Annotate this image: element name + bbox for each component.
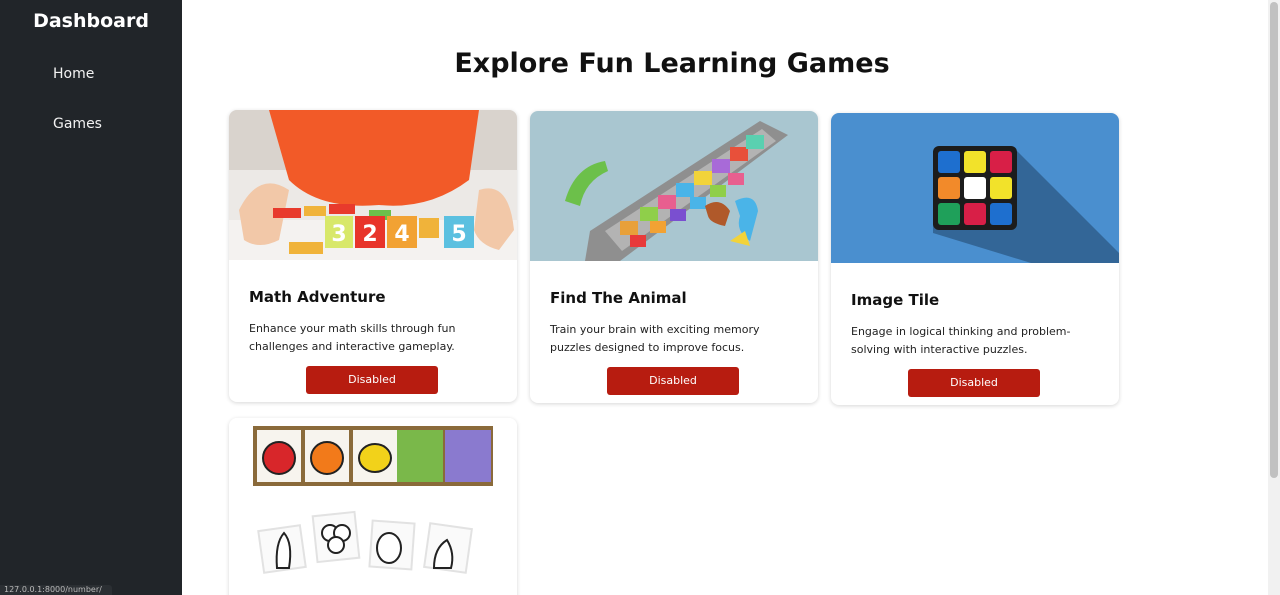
number-blocks: 3 2 4 5 — [325, 216, 474, 248]
block-4: 4 — [394, 222, 409, 247]
sidebar: Dashboard Home Games — [0, 0, 182, 595]
math-adventure-image: 3 2 4 5 — [229, 110, 517, 260]
game-card-math-adventure[interactable]: 3 2 4 5 Math Adventure Enhance your math… — [229, 110, 517, 402]
math-adventure-disabled-button[interactable]: Disabled — [306, 366, 438, 394]
scrollbar-thumb[interactable] — [1270, 2, 1278, 478]
block-5: 5 — [451, 222, 466, 247]
card-description: Engage in logical thinking and problem-s… — [851, 325, 1071, 356]
page-scrollbar[interactable] — [1268, 0, 1280, 595]
card-description: Enhance your math skills through fun cha… — [249, 322, 456, 353]
main-content: Explore Fun Learning Games 3 2 4 5 Math … — [182, 0, 1268, 595]
find-the-animal-image — [530, 111, 818, 261]
fruit-match-image — [229, 418, 517, 595]
block-3: 3 — [331, 222, 346, 247]
status-url: 127.0.0.1:8000/number/ — [0, 585, 112, 595]
sidebar-brand[interactable]: Dashboard — [0, 10, 182, 32]
card-description: Train your brain with exciting memory pu… — [550, 323, 760, 354]
block-2: 2 — [362, 222, 377, 247]
sidebar-item-games[interactable]: Games — [53, 116, 102, 132]
card-title: Find The Animal — [550, 289, 687, 307]
image-tile-disabled-button[interactable]: Disabled — [908, 369, 1040, 397]
card-title: Image Tile — [851, 291, 940, 309]
image-tile-image — [831, 113, 1119, 263]
game-card-find-the-animal[interactable]: Find The Animal Train your brain with ex… — [530, 111, 818, 403]
game-card-fruit-match[interactable] — [229, 418, 517, 595]
card-title: Math Adventure — [249, 288, 386, 306]
game-card-image-tile[interactable]: Image Tile Engage in logical thinking an… — [831, 113, 1119, 405]
sidebar-item-home[interactable]: Home — [53, 66, 94, 82]
page-title: Explore Fun Learning Games — [454, 48, 890, 79]
find-the-animal-disabled-button[interactable]: Disabled — [607, 367, 739, 395]
